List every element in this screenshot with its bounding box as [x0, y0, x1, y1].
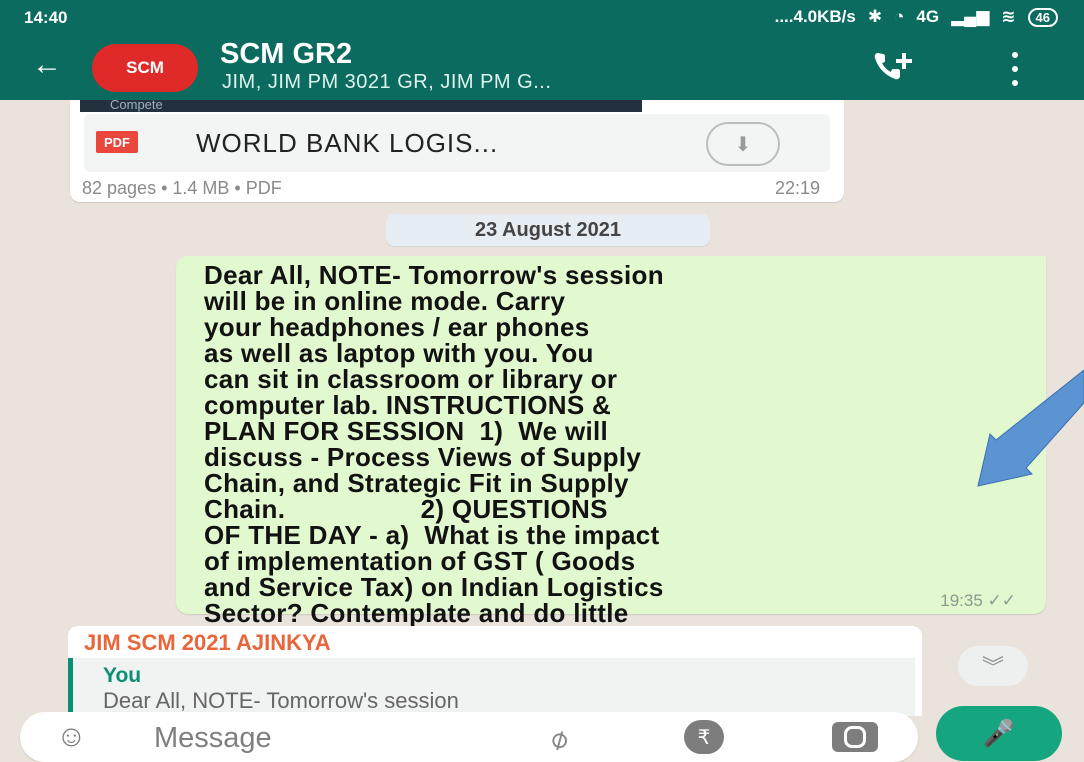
status-time: 14:40 — [24, 8, 68, 27]
chat-header: ← SCM SCM GR2 JIM, JIM PM 3021 GR, JIM P… — [0, 36, 1084, 100]
pdf-file-row[interactable]: PDF WORLD BANK LOGIS... ⬇ — [84, 114, 830, 172]
pdf-file-name: WORLD BANK LOGIS... — [196, 128, 499, 158]
pdf-message-bubble[interactable]: Compete PDF WORLD BANK LOGIS... ⬇ 82 pag… — [70, 100, 844, 202]
more-vertical-icon[interactable] — [1012, 52, 1020, 86]
alarm-icon: ◔ — [894, 7, 905, 26]
emoji-icon[interactable]: ☺ — [56, 720, 87, 754]
sender-name[interactable]: JIM SCM 2021 AJINKYA — [84, 630, 331, 656]
add-call-icon[interactable] — [870, 48, 914, 84]
group-avatar[interactable]: SCM — [92, 44, 198, 92]
wifi-icon: ≋ — [1001, 7, 1016, 26]
paperclip-icon[interactable]: ⌀ — [543, 720, 574, 757]
status-icons: ....4.0KB/s ✱ ◔ 4G ▂▄▆ ≋ 46 — [775, 7, 1058, 27]
mic-icon: 🎤 — [982, 718, 1016, 748]
date-separator: 23 August 2021 — [386, 214, 710, 246]
message-text: Dear All, NOTE- Tomorrow's session will … — [204, 260, 664, 652]
chat-subtitle[interactable]: JIM, JIM PM 3021 GR, JIM PM G... — [222, 71, 551, 94]
pdf-meta: 82 pages • 1.4 MB • PDF — [82, 178, 282, 198]
battery-icon: 46 — [1027, 7, 1058, 27]
pdf-thumbnail[interactable]: Compete — [80, 100, 642, 112]
camera-icon[interactable] — [832, 722, 878, 752]
quoted-author: You — [103, 664, 142, 687]
message-time-read-status: 19:35 ✓✓ — [940, 591, 1016, 610]
status-bar: 14:40 ....4.0KB/s ✱ ◔ 4G ▂▄▆ ≋ 46 — [0, 0, 1084, 36]
message-time: 22:19 — [774, 178, 820, 198]
message-composer: ☺ ⌀ ₹ — [20, 712, 918, 762]
outgoing-message-bubble[interactable]: Dear All, NOTE- Tomorrow's session will … — [176, 256, 1046, 652]
back-arrow-icon[interactable]: ← — [32, 48, 62, 82]
signal-label: 4G — [916, 7, 940, 26]
rupee-icon[interactable]: ₹ — [684, 720, 724, 754]
scroll-down-icon[interactable]: ︾ — [958, 646, 1028, 686]
quoted-text: Dear All, NOTE- Tomorrow's session — [103, 688, 459, 713]
incoming-message-bubble[interactable]: JIM SCM 2021 AJINKYA You Dear All, NOTE-… — [68, 626, 922, 716]
chat-title[interactable]: SCM GR2 — [220, 38, 352, 71]
mic-button[interactable]: 🎤 — [936, 706, 1062, 761]
network-speed: ....4.0KB/s — [774, 7, 856, 26]
bluetooth-icon: ✱ — [867, 7, 883, 26]
message-input[interactable] — [152, 718, 536, 758]
pdf-file-icon: PDF — [96, 131, 138, 153]
download-icon[interactable]: ⬇ — [706, 122, 780, 166]
quoted-reply[interactable]: You Dear All, NOTE- Tomorrow's session — [68, 658, 915, 716]
signal-icon: ▂▄▆ — [951, 7, 990, 26]
